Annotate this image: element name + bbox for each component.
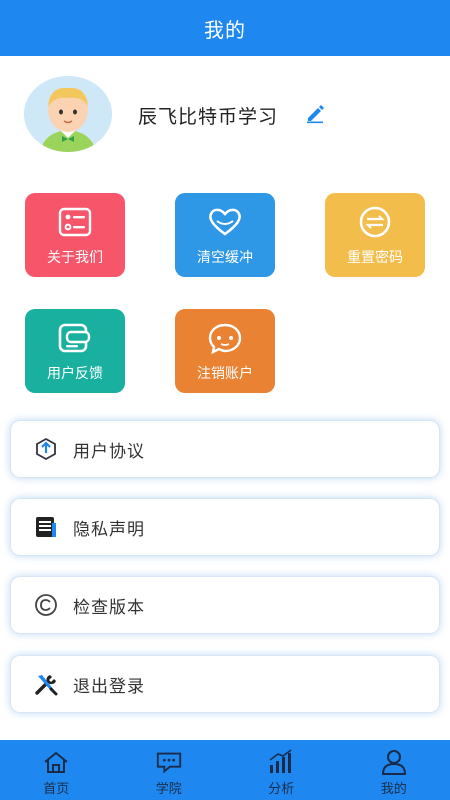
tools-icon: [33, 671, 59, 697]
profile-section: 辰飞比特币学习: [0, 56, 450, 186]
list-item-label: 退出登录: [73, 676, 145, 697]
avatar[interactable]: [24, 76, 112, 152]
tile-label: 注销账户: [197, 366, 253, 382]
list-item-user-agreement[interactable]: 用户协议: [10, 420, 440, 478]
pencil-icon[interactable]: [304, 102, 326, 124]
tile-cancel-account[interactable]: 注销账户: [175, 309, 275, 393]
chat-face-icon: [207, 321, 243, 355]
home-icon: [42, 749, 70, 775]
tab-label: 学院: [155, 782, 182, 797]
tile-clear-cache[interactable]: 清空缓冲: [175, 193, 275, 277]
list-item-label: 用户协议: [73, 441, 145, 462]
tab-label: 我的: [380, 782, 407, 797]
page-title: 我的: [204, 17, 246, 42]
list-item-label: 隐私声明: [73, 519, 145, 540]
user-icon: [380, 749, 408, 775]
list-item-check-version[interactable]: 检查版本: [10, 576, 440, 634]
bar-chart-icon: [267, 749, 295, 775]
tile-label: 用户反馈: [47, 366, 103, 382]
tab-label: 首页: [43, 782, 70, 797]
cartoon-boy-avatar-icon: [24, 76, 112, 152]
tile-label: 重置密码: [347, 250, 403, 266]
list-item-privacy-statement[interactable]: 隐私声明: [10, 498, 440, 556]
tile-about-us[interactable]: 关于我们: [25, 193, 125, 277]
top-header: 我的: [0, 0, 450, 56]
feedback-icon: [57, 321, 93, 355]
checklist-icon: [57, 205, 93, 239]
tab-academy[interactable]: 学院: [113, 740, 226, 800]
tab-analysis[interactable]: 分析: [225, 740, 338, 800]
tile-label: 关于我们: [47, 250, 103, 266]
tile-user-feedback[interactable]: 用户反馈: [25, 309, 125, 393]
list-item-label: 检查版本: [73, 597, 145, 618]
message-icon: [155, 749, 183, 775]
document-icon: [33, 514, 59, 540]
tile-label: 清空缓冲: [197, 250, 253, 266]
tile-reset-password[interactable]: 重置密码: [325, 193, 425, 277]
upload-hexagon-icon: [33, 436, 59, 462]
heart-icon: [207, 205, 243, 239]
tab-home[interactable]: 首页: [0, 740, 113, 800]
bottom-tab-bar: 首页 学院 分析 我的: [0, 740, 450, 800]
tab-label: 分析: [268, 782, 295, 797]
username: 辰飞比特币学习: [138, 106, 279, 128]
list-item-logout[interactable]: 退出登录: [10, 655, 440, 713]
tab-mine[interactable]: 我的: [338, 740, 450, 800]
copyright-icon: [33, 592, 59, 618]
swap-arrows-icon: [357, 205, 393, 239]
